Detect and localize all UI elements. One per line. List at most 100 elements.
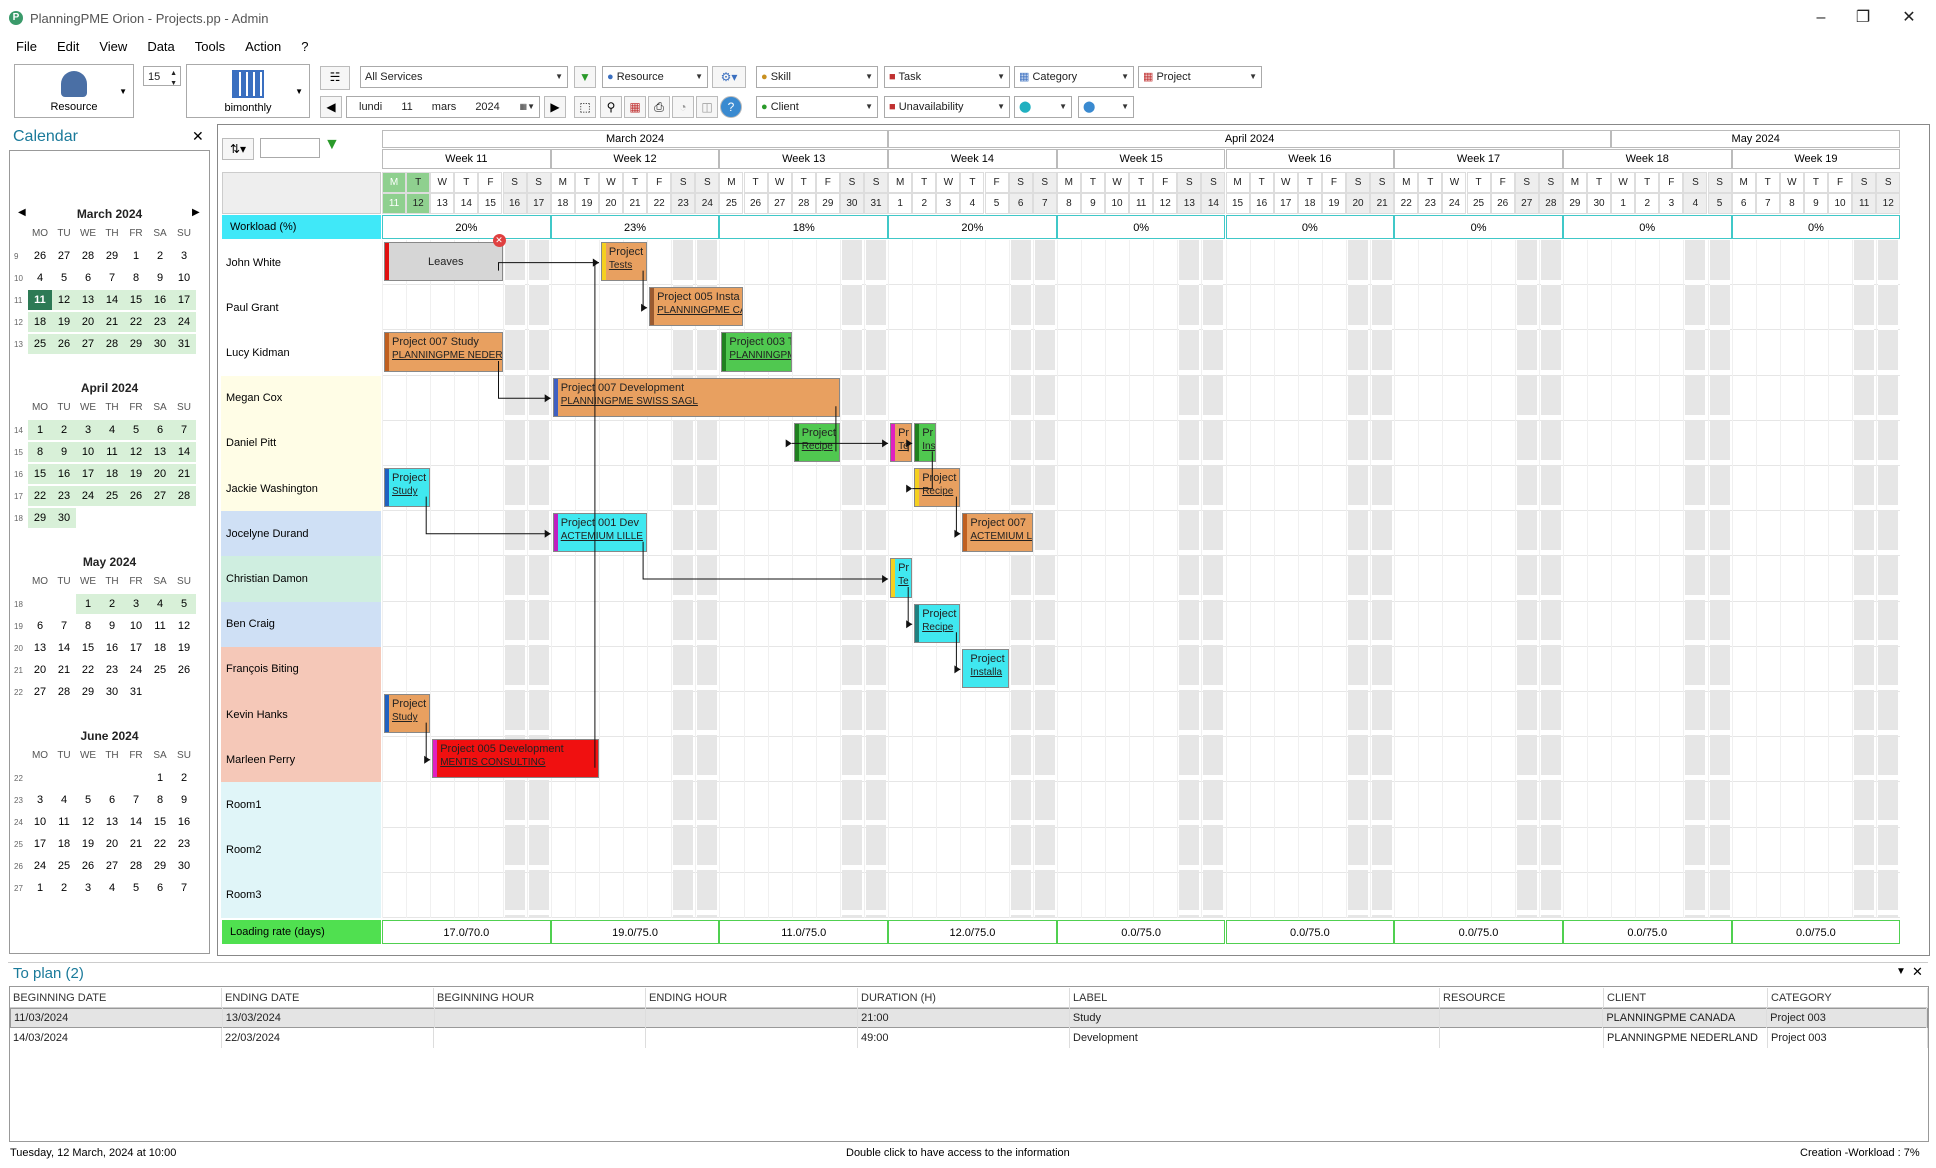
calendar-day[interactable]: 25 xyxy=(52,856,76,876)
calendar-day[interactable]: 12 xyxy=(124,442,148,462)
planner-filter-icon[interactable]: ▼ xyxy=(324,136,340,154)
calendar-day[interactable]: 22 xyxy=(148,834,172,854)
calendar-day[interactable]: 14 xyxy=(172,442,196,462)
to-plan-column-header[interactable]: CATEGORY xyxy=(1768,987,1928,1008)
calendar-day[interactable]: 21 xyxy=(124,834,148,854)
calendar-day[interactable]: 4 xyxy=(100,878,124,898)
calendar-day[interactable]: 3 xyxy=(124,594,148,614)
calendar-day[interactable]: 6 xyxy=(28,616,52,636)
menu-action[interactable]: Action xyxy=(235,38,291,56)
calendar-day[interactable]: 22 xyxy=(76,660,100,680)
calendar-day[interactable]: 10 xyxy=(28,812,52,832)
task-bar[interactable]: Project Study xyxy=(384,468,431,508)
to-plan-row[interactable]: 14/03/2024 22/03/2024 49:00 Development PLAN… xyxy=(10,1028,1928,1048)
task-bar[interactable]: Pr Te xyxy=(890,422,913,462)
calendar-day[interactable]: 5 xyxy=(124,420,148,440)
calendar-day[interactable]: 13 xyxy=(148,442,172,462)
calendar-day[interactable]: 27 xyxy=(52,246,76,266)
calendar-day[interactable]: 7 xyxy=(172,878,196,898)
calendar-day[interactable]: 31 xyxy=(124,682,148,702)
task-bar[interactable]: Project 007 Study PLANNINGPME NEDERL xyxy=(384,332,503,372)
task-bar[interactable]: Project Recipe xyxy=(914,603,961,643)
calendar-day[interactable]: 19 xyxy=(172,638,196,658)
select-icon[interactable]: ⬚ xyxy=(574,96,596,118)
calendar-day[interactable]: 30 xyxy=(100,682,124,702)
chart-icon[interactable]: ◔ xyxy=(672,96,694,118)
calendar-day[interactable]: 28 xyxy=(52,682,76,702)
calendar-day[interactable]: 20 xyxy=(28,660,52,680)
calendar-day[interactable]: 26 xyxy=(76,856,100,876)
calendar-day[interactable]: 21 xyxy=(172,464,196,484)
calendar-day[interactable]: 26 xyxy=(28,246,52,266)
calendar-close-icon[interactable]: ✕ xyxy=(192,128,204,145)
task-delete-icon[interactable]: ✕ xyxy=(492,234,506,247)
calendar-day[interactable]: 15 xyxy=(76,638,100,658)
sort-icon[interactable]: ⇅▾ xyxy=(222,138,254,160)
calendar-day[interactable]: 5 xyxy=(76,790,100,810)
calendar-day[interactable]: 8 xyxy=(148,790,172,810)
task-bar[interactable]: Project 005 Development MENTIS CONSULTING xyxy=(432,739,599,779)
calendar-day[interactable]: 9 xyxy=(172,790,196,810)
calendar-day[interactable]: 14 xyxy=(52,638,76,658)
calendar-day[interactable]: 20 xyxy=(100,834,124,854)
calendar-day[interactable]: 8 xyxy=(76,616,100,636)
calendar-day[interactable]: 23 xyxy=(148,312,172,332)
calendar-day[interactable]: 16 xyxy=(100,638,124,658)
calendar-day[interactable]: 10 xyxy=(172,268,196,288)
resource-row-label[interactable]: Jackie Washington xyxy=(221,466,381,512)
calendar-day[interactable]: 19 xyxy=(124,464,148,484)
task-bar[interactable]: Project 007 ACTEMIUM L xyxy=(962,513,1033,553)
calendar-day[interactable]: 7 xyxy=(124,790,148,810)
calendar-day[interactable]: 13 xyxy=(76,290,100,310)
calendar-day[interactable]: 28 xyxy=(76,246,100,266)
calendar-day[interactable]: 8 xyxy=(28,442,52,462)
task-bar[interactable]: Pr Te xyxy=(890,558,913,598)
resource-row-label[interactable]: François Biting xyxy=(221,646,381,692)
menu-tools[interactable]: Tools xyxy=(185,38,235,56)
calendar-day[interactable]: 29 xyxy=(28,508,52,528)
calendar-day[interactable]: 2 xyxy=(52,420,76,440)
calendar-day[interactable]: 11 xyxy=(100,442,124,462)
calendar-day[interactable]: 27 xyxy=(76,334,100,354)
calendar-day[interactable]: 5 xyxy=(52,268,76,288)
calendar-day[interactable]: 27 xyxy=(28,682,52,702)
calendar-day[interactable]: 18 xyxy=(148,638,172,658)
calendar-prev-icon[interactable]: ◀ xyxy=(18,207,26,218)
calendar-day[interactable]: 12 xyxy=(52,290,76,310)
calendar-day[interactable]: 10 xyxy=(76,442,100,462)
menu-file[interactable]: File xyxy=(6,38,47,56)
calendar-day[interactable]: 24 xyxy=(124,660,148,680)
resource-row-label[interactable]: Room1 xyxy=(221,782,381,828)
calendar-day[interactable]: 4 xyxy=(28,268,52,288)
calendar-day[interactable]: 16 xyxy=(52,464,76,484)
task-dropdown[interactable]: ■ Task ▼ xyxy=(884,66,1010,88)
resource-row-label[interactable]: Room3 xyxy=(221,872,381,918)
calendar-day[interactable]: 12 xyxy=(76,812,100,832)
task-bar[interactable]: Project 001 Dev ACTEMIUM LILLE xyxy=(552,513,648,553)
calendar-day[interactable]: 23 xyxy=(172,834,196,854)
zoom-stepper[interactable]: 15 ▲ ▼ xyxy=(143,66,181,87)
calendar-day[interactable]: 1 xyxy=(76,594,100,614)
calendar-day[interactable]: 19 xyxy=(52,312,76,332)
calendar-day[interactable]: 7 xyxy=(52,616,76,636)
calendar-day[interactable]: 4 xyxy=(100,420,124,440)
toggle-dropdown-2[interactable]: ⬤ ▼ xyxy=(1078,96,1134,118)
to-plan-collapse-icon[interactable]: ▼ xyxy=(1896,966,1906,977)
calendar-day[interactable]: 1 xyxy=(124,246,148,266)
calendar-day[interactable]: 1 xyxy=(28,420,52,440)
calendar-day[interactable]: 2 xyxy=(148,246,172,266)
help-icon[interactable]: ? xyxy=(720,96,742,118)
task-bar[interactable]: Project Installa xyxy=(962,648,1009,688)
calendar-day[interactable]: 6 xyxy=(148,420,172,440)
calendar-day[interactable]: 1 xyxy=(28,878,52,898)
calendar-day[interactable]: 6 xyxy=(76,268,100,288)
calendar-day[interactable]: 22 xyxy=(124,312,148,332)
calendar-day[interactable]: 15 xyxy=(148,812,172,832)
menu-help[interactable]: ? xyxy=(291,38,318,56)
calendar-day[interactable]: 21 xyxy=(100,312,124,332)
resource-row-label[interactable]: Jocelyne Durand xyxy=(221,511,381,557)
calendar-day[interactable]: 14 xyxy=(100,290,124,310)
calendar-day[interactable]: 24 xyxy=(28,856,52,876)
task-bar[interactable]: Project Tests xyxy=(600,242,648,282)
client-dropdown[interactable]: ● Client ▼ xyxy=(756,96,878,118)
